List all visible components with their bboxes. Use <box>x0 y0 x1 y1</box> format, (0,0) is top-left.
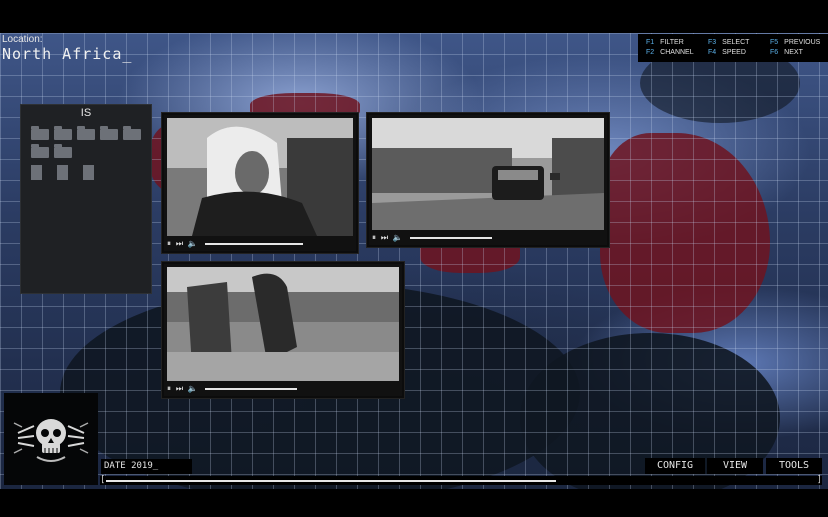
menu-view[interactable]: VIEW <box>707 458 763 474</box>
top-bar <box>0 0 828 33</box>
key-label: SELECT <box>722 39 750 46</box>
key-filter[interactable]: F1 FILTER <box>646 39 684 46</box>
bottom-bar <box>0 489 828 517</box>
panel-title: IS <box>80 107 92 119</box>
key-code: F2 <box>646 49 655 56</box>
function-key-legend: F1 FILTER F2 CHANNEL F3 SELECT F4 SPEED F5 PR… <box>638 34 828 62</box>
folder-icon[interactable] <box>54 144 72 158</box>
key-next[interactable]: F6 NEXT <box>770 49 803 56</box>
key-label: PREVIOUS <box>784 39 821 46</box>
file-panel: IS <box>20 104 152 294</box>
video-frame <box>372 118 604 230</box>
progress-bar[interactable] <box>204 242 303 245</box>
playback-controls: ⏸ ⏭ 🔈 <box>167 238 353 249</box>
playback-icons[interactable]: ⏸ ⏭ 🔈 <box>167 383 198 394</box>
date-readout: DATE 2019_ <box>101 459 192 474</box>
video-image <box>167 118 353 236</box>
video-image <box>372 118 604 230</box>
progress-bar[interactable] <box>409 236 492 239</box>
document-icon[interactable] <box>83 165 94 180</box>
key-label: SPEED <box>722 49 746 56</box>
key-code: F1 <box>646 39 655 46</box>
document-icon[interactable] <box>31 165 42 180</box>
key-label: NEXT <box>784 49 803 56</box>
key-previous[interactable]: F5 PREVIOUS <box>770 39 820 46</box>
location-value: North Africa_ <box>2 45 133 63</box>
location-label: Location: <box>2 34 43 45</box>
menu-config[interactable]: CONFIG <box>645 458 705 474</box>
key-label: CHANNEL <box>660 49 694 56</box>
folder-icon[interactable] <box>54 126 72 140</box>
playback-controls: ⏸ ⏭ 🔈 <box>372 232 604 243</box>
timeline-scrubber[interactable]: [ ] <box>100 476 822 485</box>
key-select[interactable]: F3 SELECT <box>708 39 749 46</box>
key-label: FILTER <box>660 39 684 46</box>
video-image <box>167 267 399 381</box>
playback-icons[interactable]: ⏸ ⏭ 🔈 <box>372 232 403 243</box>
key-speed[interactable]: F4 SPEED <box>708 49 746 56</box>
folder-icon[interactable] <box>77 126 95 140</box>
video-player-3[interactable]: ⏸ ⏭ 🔈 <box>162 262 404 398</box>
key-code: F6 <box>770 49 779 56</box>
video-player-1[interactable]: ⏸ ⏭ 🔈 <box>162 113 358 253</box>
key-code: F5 <box>770 39 779 46</box>
folder-icon[interactable] <box>123 126 141 140</box>
key-channel[interactable]: F2 CHANNEL <box>646 49 694 56</box>
folder-icon[interactable] <box>100 126 118 140</box>
menu-tools[interactable]: TOOLS <box>766 458 822 474</box>
timeline-bracket: ] <box>816 475 822 485</box>
playback-icons[interactable]: ⏸ ⏭ 🔈 <box>167 238 198 249</box>
folder-icon[interactable] <box>31 144 49 158</box>
video-frame <box>167 267 399 381</box>
timeline-progress <box>106 480 556 482</box>
video-frame <box>167 118 353 236</box>
logo-panel <box>4 393 98 485</box>
timeline-bracket: [ <box>100 475 106 485</box>
progress-bar[interactable] <box>204 387 297 390</box>
playback-controls: ⏸ ⏭ 🔈 <box>167 383 399 394</box>
key-code: F3 <box>708 39 717 46</box>
video-player-2[interactable]: ⏸ ⏭ 🔈 <box>367 113 609 247</box>
skull-emblem-icon <box>13 419 89 462</box>
document-icon[interactable] <box>57 165 68 180</box>
folder-icon[interactable] <box>31 126 49 140</box>
key-code: F4 <box>708 49 717 56</box>
